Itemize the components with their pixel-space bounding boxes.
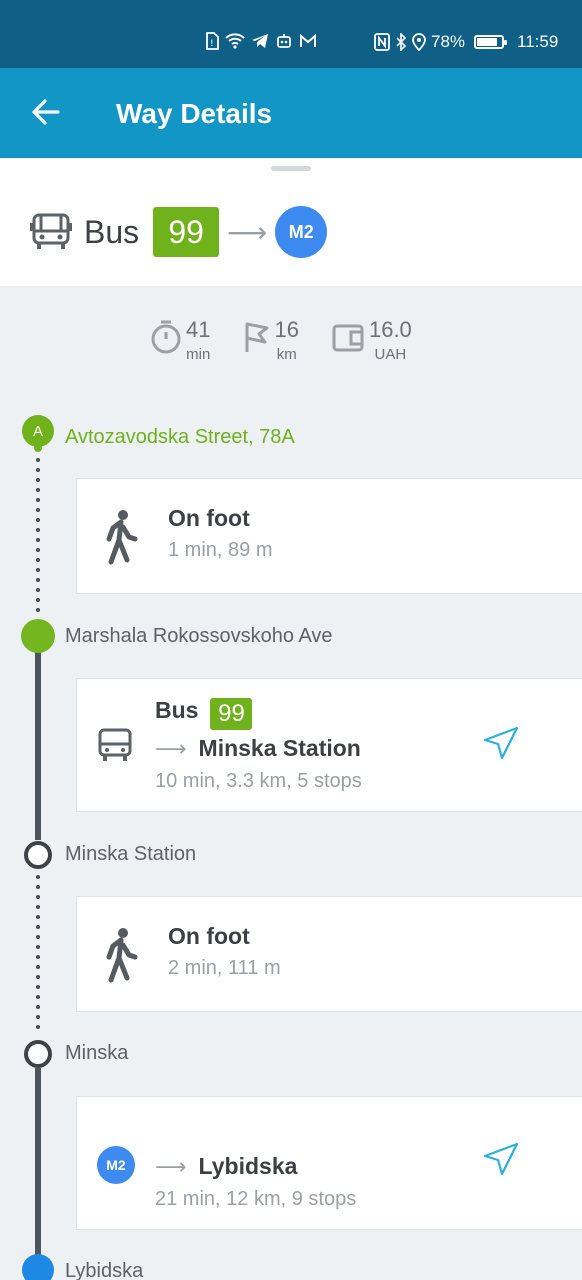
duration-unit: min (186, 346, 211, 363)
stop-label: Minska Station (65, 843, 197, 865)
segment-mode: Bus (155, 697, 199, 723)
timer-icon (151, 320, 181, 354)
start-marker: A (22, 415, 54, 452)
bus-icon (30, 213, 72, 249)
status-bar: ! 78% 11:59 (0, 0, 582, 68)
timeline-bus-line (35, 650, 41, 840)
timeline-walk-line (36, 872, 40, 1032)
metro-line-badge: M2 (275, 206, 328, 258)
cost-value: 16.0 (368, 317, 412, 342)
segment-details: 10 min, 3.3 km, 5 stops (155, 770, 362, 792)
distance-value: 16 (274, 317, 299, 342)
destination-marker (22, 1254, 54, 1280)
stop-label: Marshala Rokossovskoho Ave (65, 625, 333, 647)
walking-person-icon (106, 928, 138, 983)
navigate-arrow-icon[interactable] (481, 1139, 521, 1179)
segment-title: On foot (168, 505, 250, 531)
trip-stats: 41 min 16 km 16.0 UAH (150, 318, 412, 363)
drag-handle[interactable] (271, 166, 311, 171)
timeline-metro-line (35, 1068, 41, 1258)
segment-details: 21 min, 12 km, 9 stops (155, 1188, 357, 1210)
location-icon (412, 33, 426, 51)
bus-number-badge: 99 (153, 207, 220, 257)
status-left-icons: ! (205, 32, 317, 50)
stop-marker (24, 1040, 52, 1068)
battery-percent: 78% (431, 32, 466, 51)
walking-person-icon (106, 510, 138, 565)
robot-icon (277, 34, 291, 48)
duration-value: 41 (186, 317, 211, 342)
segment-destination: Lybidska (198, 1153, 298, 1179)
timeline-walk-line (36, 455, 40, 615)
status-right-icons: 78% 11:59 (374, 32, 558, 52)
metro-destination-row: ⟶ Lybidska (155, 1153, 297, 1180)
route-mode-label: Bus (84, 213, 140, 250)
metro-line-badge: M2 (97, 1146, 135, 1184)
segment-card-walk[interactable]: On foot 1 min, 89 m (76, 478, 582, 594)
segment-title: On foot (168, 923, 250, 949)
stop-label: Lybidska (65, 1260, 144, 1280)
sim-icon: ! (206, 32, 219, 50)
segment-details: 1 min, 89 m (168, 539, 273, 561)
route-summary: Bus 99 ⟶ M2 (30, 206, 328, 258)
stat-cost: 16.0 UAH (331, 318, 412, 363)
clock: 11:59 (517, 32, 559, 51)
nfc-icon (374, 33, 390, 51)
svg-text:!: ! (210, 39, 214, 49)
stat-distance: 16 km (242, 317, 299, 363)
bus-number-badge: 99 (210, 697, 253, 730)
flag-icon (245, 322, 269, 352)
segment-card-walk[interactable]: On foot 2 min, 111 m (76, 896, 582, 1012)
navigate-arrow-icon[interactable] (481, 723, 521, 763)
bus-destination-row: ⟶ Minska Station (155, 735, 361, 762)
battery-icon (474, 35, 508, 49)
stop-marker (24, 841, 52, 869)
route-header: Bus 99 ⟶ M2 (0, 158, 582, 286)
bus-icon (98, 728, 132, 761)
stop-label: Minska (65, 1042, 129, 1064)
bluetooth-icon (396, 33, 407, 51)
segment-details: 2 min, 111 m (168, 957, 281, 979)
stop-marker (21, 619, 55, 653)
segment-card-metro[interactable]: M2 ⟶ Lybidska 21 min, 12 km, 9 stops (76, 1096, 582, 1230)
direction-arrow-icon: ⟶ (155, 736, 187, 761)
app-bar: Way Details (0, 68, 582, 158)
gmail-icon (300, 33, 316, 47)
page-title: Way Details (116, 98, 273, 129)
distance-unit: km (276, 346, 297, 363)
wifi-icon (225, 33, 245, 49)
segment-destination: Minska Station (198, 735, 361, 761)
bus-line-row: Bus 99 (155, 697, 253, 730)
stop-label-start: Avtozavodska Street, 78A (65, 426, 295, 448)
direction-arrow-icon: ⟶ (155, 1154, 187, 1179)
telegram-icon (252, 34, 268, 48)
back-arrow-icon[interactable] (26, 92, 66, 132)
segment-card-bus[interactable]: Bus 99 ⟶ Minska Station 10 min, 3.3 km, 5 … (76, 678, 582, 812)
cost-unit: UAH (374, 346, 407, 363)
route-arrow-icon: ⟶ (227, 216, 268, 248)
wallet-icon (332, 324, 364, 352)
stat-duration: 41 min (150, 318, 210, 363)
